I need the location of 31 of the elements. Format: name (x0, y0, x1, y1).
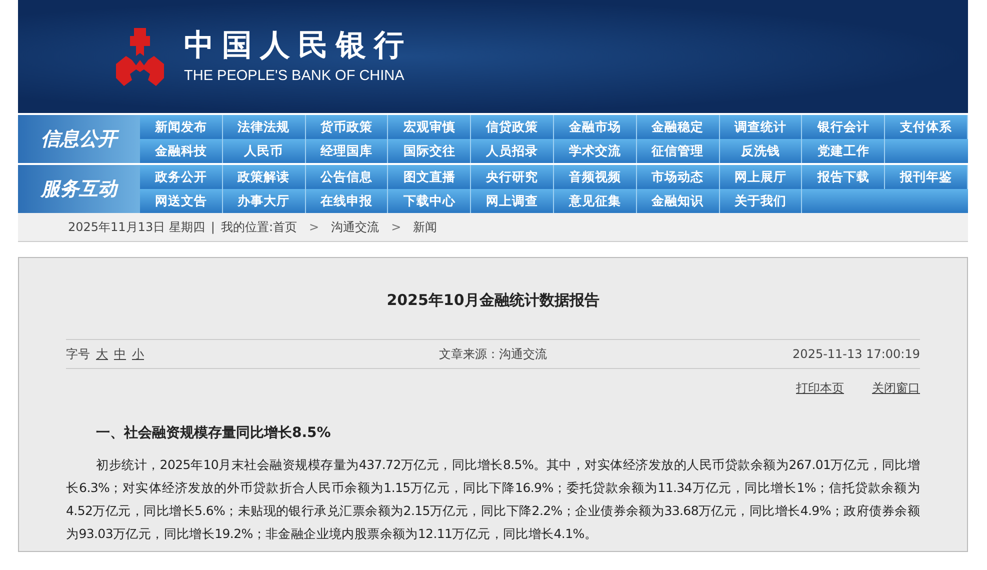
nav-link[interactable]: 反洗钱 (720, 139, 802, 163)
section-heading: 一、社会融资规模存量同比增长8.5% (95, 424, 332, 443)
breadcrumb-link[interactable]: 新闻 (413, 218, 438, 236)
font-size-link[interactable]: 小 (132, 346, 144, 362)
nav-link[interactable]: 党建工作 (802, 139, 886, 163)
breadcrumb-arrow: > (309, 220, 320, 234)
nav-link[interactable]: 人民币 (222, 139, 306, 163)
font-size-link[interactable]: 大 (96, 346, 108, 362)
nav-group-label: 服务互动 (18, 165, 140, 213)
nav-link[interactable]: 征信管理 (636, 139, 720, 163)
separator-text: | (210, 220, 215, 234)
breadcrumb-link[interactable]: 沟通交流 (331, 218, 380, 236)
nav-link[interactable]: 国际交往 (388, 139, 472, 163)
bank-name: 中国人民银行 (184, 28, 412, 62)
nav-link[interactable]: 人员招录 (471, 139, 554, 163)
font-size-label: 字号 (66, 346, 90, 362)
breadcrumb-arrow: > (391, 220, 402, 234)
article-source: 文章来源：沟通交流 (439, 346, 547, 362)
breadcrumb-link[interactable]: 我的位置:首页 (220, 218, 297, 236)
nav-link[interactable]: 金融科技 (140, 139, 223, 163)
page-action-link[interactable]: 关闭窗口 (872, 380, 920, 397)
nav-link[interactable]: 学术交流 (554, 139, 637, 163)
nav-link[interactable]: 经理国库 (306, 139, 388, 163)
current-date: 2025年11月13日 星期四 (68, 218, 205, 236)
bank-name-english: THE PEOPLE'S BANK OF CHINA (184, 66, 406, 84)
publish-datetime: 2025-11-13 17:00:19 (792, 347, 920, 361)
article-paragraph: 初步统计，2025年10月末社会融资规模存量为437.72万亿元，同比增长8.5%。其中，对实体经济发放的人民币贷款余额为267.01万亿元，同比增长6.3%；对实体经济发放的外币贷款折合人民币余额为1.15万亿元，同比下降16.9%；委托贷款余额为11.34万亿元，同比增长1%；信托贷款余额为4.52万亿元，同比增长5.6%；未贴现的银行承兑汇票余额为2.15万亿元，同比下降2.2%；企业债券余额为33.68万亿元，同比增长4.9%；政府债券余额为93.03万亿元，同比增长19.2%；非金融企业境内股票余额为12.11万亿元，同比增长4.1%。 (66, 456, 920, 543)
font-size-link[interactable]: 中 (114, 346, 126, 362)
nav-group-label: 信息公开 (18, 115, 140, 163)
article-title: 2025年10月金融统计数据报告 (386, 290, 600, 310)
page-action-link[interactable]: 打印本页 (796, 380, 844, 397)
